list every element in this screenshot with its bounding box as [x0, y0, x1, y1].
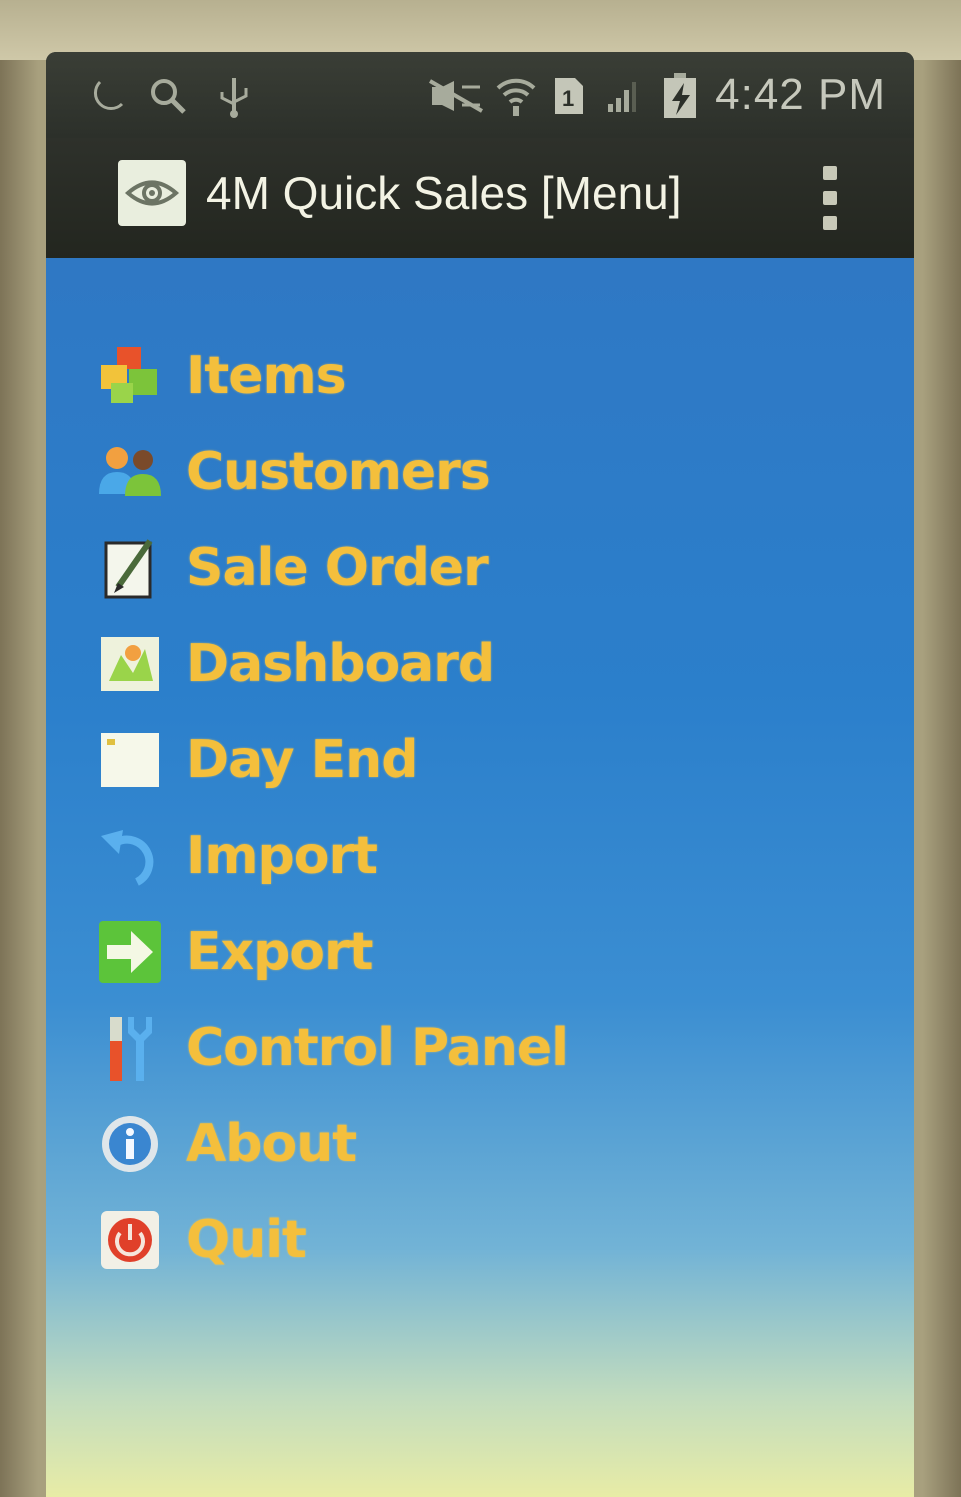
eye-logo-icon[interactable] [118, 160, 186, 226]
main-menu: Items Customers Sale Order Dashboard Day… [96, 328, 569, 1288]
menu-item-dashboard[interactable]: Dashboard [96, 616, 568, 712]
control-panel-icon [96, 1014, 164, 1082]
app-title: 4M Quick Sales [Menu] [206, 167, 682, 219]
svg-text:1: 1 [562, 86, 574, 111]
quit-icon [96, 1206, 164, 1274]
battery-charging-icon [658, 73, 702, 118]
phone-screen: 1 4:42 PM 4M Quick Sales [Menu] Items Cu… [46, 52, 914, 1497]
wifi-icon [494, 76, 538, 116]
menu-item-import[interactable]: Import [96, 808, 568, 904]
dashboard-icon [96, 630, 164, 698]
about-icon [96, 1110, 164, 1178]
status-time: 4:42 PM [715, 70, 886, 119]
overflow-menu-icon[interactable] [816, 166, 844, 230]
sale-order-icon [96, 534, 164, 602]
menu-item-sale-order[interactable]: Sale Order [96, 520, 568, 616]
search-icon [146, 76, 190, 116]
menu-item-day-end[interactable]: Day End [96, 712, 568, 808]
menu-item-customers[interactable]: Customers [96, 424, 568, 520]
menu-item-quit[interactable]: Quit [96, 1192, 568, 1288]
items-icon [96, 342, 164, 410]
menu-item-items[interactable]: Items [96, 328, 568, 424]
mute-icon [426, 76, 486, 116]
usb-icon [214, 76, 254, 118]
moon-icon [84, 76, 128, 116]
status-bar: 1 4:42 PM [46, 52, 914, 138]
menu-item-about[interactable]: About [96, 1096, 568, 1192]
sim-icon: 1 [550, 76, 588, 116]
customers-icon [96, 438, 164, 506]
phone-bezel [0, 0, 961, 60]
signal-icon [604, 76, 640, 116]
import-icon [96, 822, 164, 890]
menu-screen: Items Customers Sale Order Dashboard Day… [46, 258, 914, 1497]
action-bar: 4M Quick Sales [Menu] [46, 138, 914, 261]
menu-item-control-panel[interactable]: Control Panel [96, 1000, 569, 1096]
day-end-icon [96, 726, 164, 794]
export-icon [96, 918, 164, 986]
menu-item-export[interactable]: Export [96, 904, 568, 1000]
